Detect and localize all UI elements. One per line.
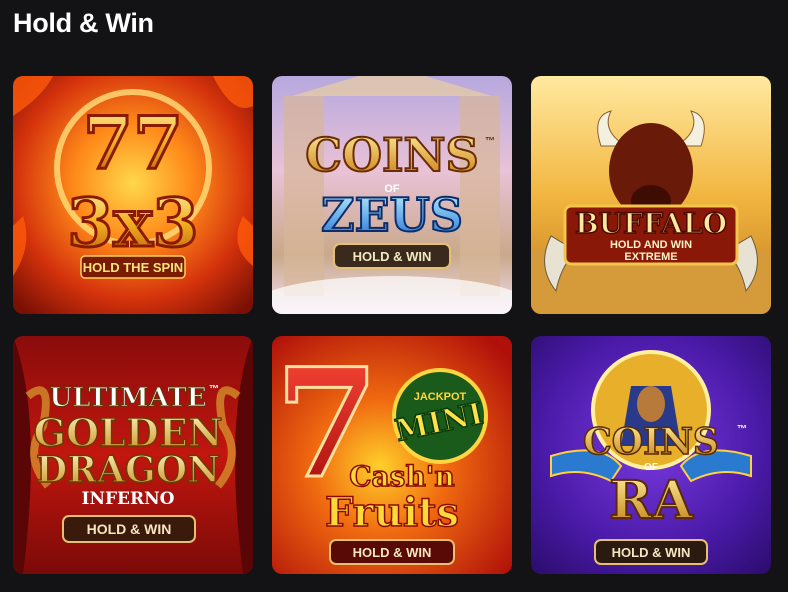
section-title: Hold & Win — [13, 8, 154, 38]
game-thumbnail: ULTIMATE ™ GOLDEN DRAGON INFERNO HOLD & … — [13, 336, 253, 574]
art-line2: ZEUS — [321, 188, 463, 242]
game-thumbnail: COINS ™ OF RA HOLD & WIN — [531, 336, 771, 574]
game-tile-coins-of-zeus[interactable]: COINS ™ OF ZEUS HOLD & WIN — [272, 76, 512, 314]
game-thumbnail: BUFFALO HOLD AND WIN EXTREME — [531, 76, 771, 314]
art-tm: ™ — [209, 384, 219, 395]
game-thumbnail: COINS ™ OF ZEUS HOLD & WIN — [272, 76, 512, 314]
art-line1: BUFFALO — [575, 207, 727, 240]
art-line2: Fruits — [325, 489, 459, 536]
art-line1: 77 — [83, 100, 183, 185]
art-badge: HOLD & WIN — [87, 521, 172, 537]
art-badge: HOLD THE SPIN — [83, 260, 183, 275]
art-badge: HOLD & WIN — [353, 249, 432, 264]
game-thumbnail: 77 3x3 HOLD THE SPIN — [13, 76, 253, 314]
art-line4: INFERNO — [82, 489, 175, 509]
art-badge: HOLD & WIN — [353, 545, 432, 560]
game-tile-777-3x3[interactable]: 77 3x3 HOLD THE SPIN — [13, 76, 253, 314]
art-tm: ™ — [485, 136, 495, 147]
game-tile-buffalo[interactable]: BUFFALO HOLD AND WIN EXTREME — [531, 76, 771, 314]
game-tile-coins-of-ra[interactable]: COINS ™ OF RA HOLD & WIN — [531, 336, 771, 574]
art-tm: ™ — [737, 424, 747, 435]
game-grid: 77 3x3 HOLD THE SPIN COINS ™ OF ZEUS HOL… — [13, 76, 771, 574]
art-line2: RA — [609, 470, 693, 531]
art-line2: HOLD AND WIN — [610, 239, 692, 251]
game-thumbnail: 7 JACKPOT MINI Cash'n Fruits HOLD & WIN — [272, 336, 512, 574]
game-tile-ultimate-golden-dragon-inferno[interactable]: ULTIMATE ™ GOLDEN DRAGON INFERNO HOLD & … — [13, 336, 253, 574]
art-line1: COINS — [305, 128, 478, 182]
art-line2: 3x3 — [67, 184, 198, 262]
art-line3: EXTREME — [624, 251, 677, 263]
art-line3: DRAGON — [36, 449, 220, 491]
art-badge: HOLD & WIN — [612, 545, 691, 560]
game-tile-cashn-fruits[interactable]: 7 JACKPOT MINI Cash'n Fruits HOLD & WIN — [272, 336, 512, 574]
art-line1: ULTIMATE — [49, 383, 206, 413]
art-line1: COINS — [583, 421, 719, 463]
